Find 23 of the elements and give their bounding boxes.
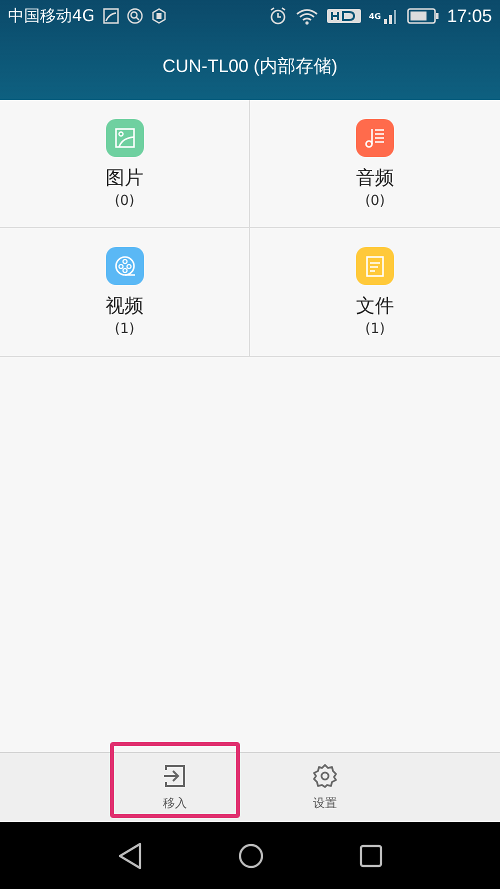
home-icon[interactable] bbox=[238, 842, 264, 868]
sign-in-icon bbox=[162, 763, 188, 789]
clock-time: 17:05 bbox=[446, 6, 492, 26]
category-tile[interactable]: 图片 (0) bbox=[0, 100, 250, 228]
category-tile[interactable]: 视频 (1) bbox=[0, 228, 250, 356]
recent-apps-icon[interactable] bbox=[358, 844, 383, 868]
picture-notification-icon bbox=[102, 8, 119, 24]
carrier-name: 中国移动4G bbox=[8, 6, 95, 26]
settings-button[interactable]: 设置 bbox=[275, 753, 375, 822]
hexagon-notification-icon bbox=[150, 8, 167, 24]
category-tile[interactable]: 音频 (0) bbox=[250, 100, 500, 228]
battery-icon bbox=[406, 8, 439, 24]
wifi-icon bbox=[294, 7, 319, 25]
alarm-icon bbox=[268, 7, 287, 25]
signal-icon bbox=[382, 8, 399, 24]
hd-icon bbox=[326, 9, 361, 23]
settings-icon bbox=[312, 763, 338, 789]
network-type: 4G bbox=[368, 12, 381, 21]
category-tile[interactable]: 文件 (1) bbox=[250, 228, 500, 356]
storage-title: CUN-TL00 (内部存储) bbox=[162, 55, 338, 78]
move-in-button[interactable]: 移入 bbox=[125, 753, 225, 822]
magnifier-notification-icon bbox=[126, 8, 143, 24]
back-icon[interactable] bbox=[117, 842, 144, 870]
